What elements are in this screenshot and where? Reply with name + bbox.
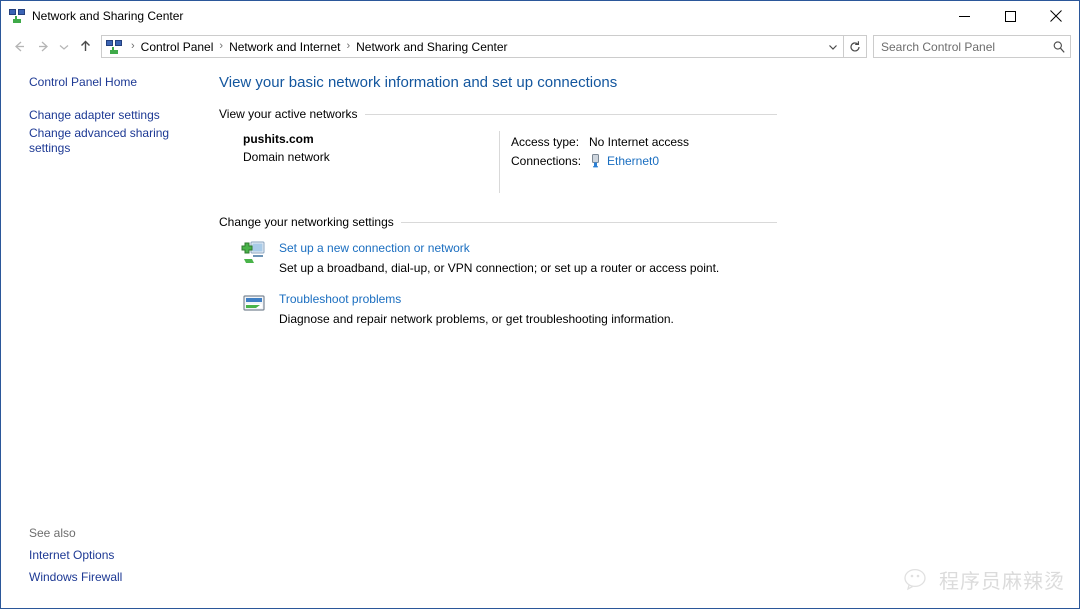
breadcrumb-separator-1[interactable]: › bbox=[215, 41, 227, 52]
troubleshoot-icon bbox=[240, 290, 268, 318]
breadcrumb-separator-2[interactable]: › bbox=[342, 41, 354, 52]
window-title: Network and Sharing Center bbox=[32, 9, 184, 23]
section-rule bbox=[364, 113, 777, 115]
sidebar-item-change-advanced-sharing-settings[interactable]: Change advanced sharing settings bbox=[1, 126, 204, 156]
task-description-troubleshoot-problems: Diagnose and repair network problems, or… bbox=[279, 312, 674, 326]
breadcrumb-dropdown-button[interactable] bbox=[822, 36, 843, 57]
close-button[interactable] bbox=[1033, 1, 1079, 31]
connections-row: Connections: Ethernet0 bbox=[511, 152, 689, 170]
active-network-details: Access type: No Internet access Connecti… bbox=[500, 131, 689, 193]
network-sharing-center-window: Network and Sharing Center › Control Pan… bbox=[0, 0, 1080, 609]
task-link-setup-new-connection[interactable]: Set up a new connection or network bbox=[279, 240, 719, 256]
connection-link-ethernet0[interactable]: Ethernet0 bbox=[607, 152, 659, 170]
main-panel: View your basic network information and … bbox=[215, 62, 1079, 608]
task-description-setup-new-connection: Set up a broadband, dial-up, or VPN conn… bbox=[279, 261, 720, 275]
page-title: View your basic network information and … bbox=[219, 74, 618, 91]
task-troubleshoot-problems[interactable]: Troubleshoot problems Diagnose and repai… bbox=[219, 290, 1079, 327]
see-also-item-internet-options[interactable]: Internet Options bbox=[1, 548, 204, 563]
setup-connection-icon bbox=[240, 239, 268, 267]
minimize-button[interactable] bbox=[941, 1, 987, 31]
active-network-identity: pushits.com Domain network bbox=[219, 131, 499, 193]
address-toolbar: › Control Panel › Network and Internet ›… bbox=[1, 31, 1079, 62]
access-type-label: Access type: bbox=[511, 135, 580, 149]
maximize-button[interactable] bbox=[987, 1, 1033, 31]
active-network-panel: pushits.com Domain network Access type: … bbox=[219, 131, 1079, 193]
search-box[interactable] bbox=[873, 35, 1071, 58]
refresh-button[interactable] bbox=[844, 35, 867, 58]
access-type-value: No Internet access bbox=[589, 135, 690, 149]
network-type: Domain network bbox=[243, 150, 330, 164]
breadcrumb-item-network-and-internet[interactable]: Network and Internet bbox=[227, 38, 342, 56]
breadcrumb-separator-0: › bbox=[131, 40, 135, 52]
see-also-item-windows-firewall[interactable]: Windows Firewall bbox=[1, 570, 204, 585]
breadcrumb-item-control-panel[interactable]: Control Panel bbox=[139, 38, 216, 56]
connections-label: Connections: bbox=[511, 154, 582, 168]
access-type-row: Access type: No Internet access bbox=[511, 133, 689, 151]
section-label-networking-settings: Change your networking settings bbox=[219, 215, 394, 229]
task-body: Troubleshoot problems Diagnose and repai… bbox=[279, 290, 674, 327]
see-also-section: See also Internet Options Windows Firewa… bbox=[1, 526, 215, 592]
task-body: Set up a new connection or network Set u… bbox=[279, 239, 719, 276]
see-also-title: See also bbox=[29, 526, 76, 540]
title-bar: Network and Sharing Center bbox=[1, 1, 1079, 31]
task-setup-new-connection[interactable]: Set up a new connection or network Set u… bbox=[219, 239, 1079, 276]
breadcrumb-item-network-and-sharing-center[interactable]: Network and Sharing Center bbox=[354, 38, 509, 56]
window-controls bbox=[941, 1, 1079, 31]
sidebar-item-change-adapter-settings[interactable]: Change adapter settings bbox=[1, 108, 204, 123]
task-link-troubleshoot-problems[interactable]: Troubleshoot problems bbox=[279, 291, 674, 307]
ethernet-icon bbox=[589, 154, 602, 168]
section-header-active-networks: View your active networks bbox=[219, 107, 777, 121]
sidebar-item-control-panel-home[interactable]: Control Panel Home bbox=[1, 75, 204, 90]
section-rule bbox=[400, 221, 777, 223]
breadcrumb-bar[interactable]: › Control Panel › Network and Internet ›… bbox=[101, 35, 844, 58]
network-icon bbox=[9, 8, 25, 24]
breadcrumb: › Control Panel › Network and Internet ›… bbox=[127, 38, 822, 56]
search-input[interactable] bbox=[874, 39, 1048, 54]
network-name: pushits.com bbox=[243, 132, 314, 146]
forward-button[interactable] bbox=[31, 35, 55, 59]
back-button[interactable] bbox=[7, 35, 31, 59]
content-area: Control Panel Home Change adapter settin… bbox=[1, 62, 1079, 608]
up-button[interactable] bbox=[73, 35, 97, 59]
sidebar: Control Panel Home Change adapter settin… bbox=[1, 62, 215, 608]
section-label-active-networks: View your active networks bbox=[219, 107, 358, 121]
search-icon[interactable] bbox=[1048, 40, 1070, 54]
network-icon-small bbox=[106, 39, 122, 55]
section-header-networking-settings: Change your networking settings bbox=[219, 215, 777, 229]
recent-locations-button[interactable] bbox=[55, 35, 73, 59]
